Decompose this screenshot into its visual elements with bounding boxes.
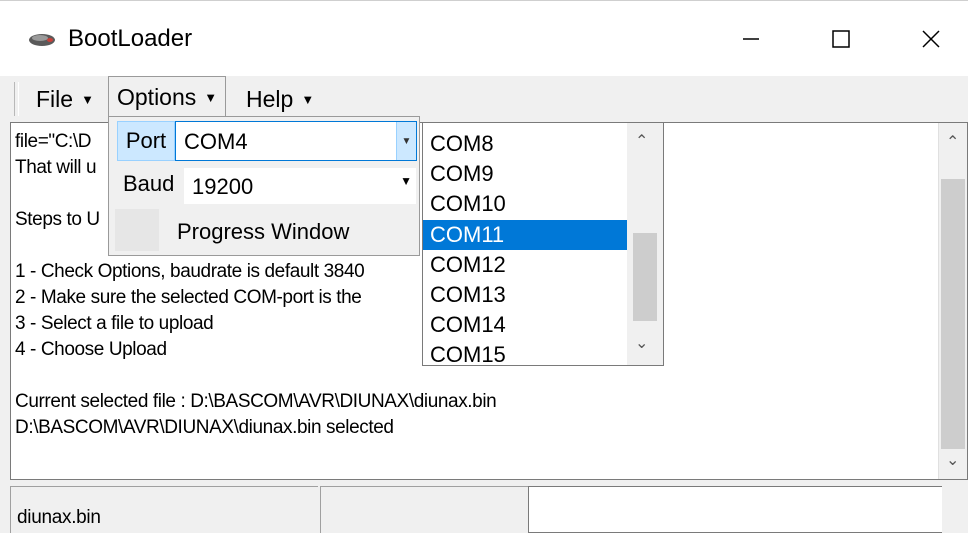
baud-combobox[interactable]: 19200 ▼ bbox=[183, 167, 417, 205]
vertical-scrollbar[interactable] bbox=[938, 123, 967, 479]
menu-options[interactable]: Options ▼ bbox=[108, 76, 227, 116]
baud-value: 19200 bbox=[192, 174, 254, 199]
maximize-icon bbox=[832, 30, 850, 48]
com-list-scrollbar[interactable]: ⌃ ⌄ bbox=[627, 123, 663, 365]
status-filename: diunax.bin bbox=[17, 507, 101, 528]
chevron-down-icon[interactable]: ▼ bbox=[396, 122, 416, 160]
dropdown-caret-icon: ▼ bbox=[204, 90, 218, 105]
com-port-option[interactable]: COM13 bbox=[423, 280, 629, 310]
toolbar-grip[interactable] bbox=[14, 82, 19, 116]
scroll-down-icon[interactable]: ⌄ bbox=[946, 450, 959, 470]
menu-options-label: Options bbox=[117, 84, 197, 110]
menu-icon-gutter bbox=[115, 209, 159, 251]
scrollbar-thumb[interactable] bbox=[633, 233, 657, 321]
com-port-option[interactable]: COM14 bbox=[423, 310, 629, 340]
scroll-down-icon[interactable]: ⌄ bbox=[635, 333, 648, 353]
options-dropdown: Port COM4 ▼ Baud 19200 ▼ Progress Window bbox=[108, 116, 420, 256]
minimize-button[interactable] bbox=[716, 15, 786, 63]
status-pane-file: diunax.bin bbox=[10, 486, 318, 533]
menu-help-label: Help bbox=[246, 85, 294, 112]
com-port-option[interactable]: COM15 bbox=[423, 340, 629, 370]
com-port-option[interactable]: COM12 bbox=[423, 250, 629, 280]
close-button[interactable] bbox=[896, 15, 966, 63]
bootloader-app-icon bbox=[29, 34, 55, 46]
window-title: BootLoader bbox=[68, 25, 193, 52]
maximize-button[interactable] bbox=[806, 15, 876, 63]
scroll-up-icon[interactable]: ⌃ bbox=[635, 131, 648, 151]
status-pane-2 bbox=[320, 486, 528, 533]
com-port-option[interactable]: COM10 bbox=[423, 189, 629, 219]
com-port-option[interactable]: COM9 bbox=[423, 159, 629, 189]
close-icon bbox=[922, 30, 940, 48]
log-line: Current selected file : D:\BASCOM\AVR\DI… bbox=[15, 391, 497, 412]
status-bar: diunax.bin bbox=[0, 486, 968, 533]
menu-file-label: File bbox=[36, 85, 74, 112]
dropdown-caret-icon: ▼ bbox=[81, 91, 94, 107]
menu-file[interactable]: File ▼ bbox=[28, 82, 102, 116]
minimize-icon bbox=[743, 38, 759, 40]
log-line: D:\BASCOM\AVR\DIUNAX\diunax.bin selected bbox=[15, 417, 394, 438]
port-value: COM4 bbox=[184, 129, 248, 154]
title-bar: BootLoader bbox=[0, 0, 968, 77]
dropdown-caret-icon: ▼ bbox=[301, 91, 315, 107]
com-port-option[interactable]: COM8 bbox=[423, 129, 629, 159]
port-combobox[interactable]: COM4 ▼ bbox=[175, 121, 417, 161]
port-label[interactable]: Port bbox=[117, 121, 175, 161]
menu-help[interactable]: Help ▼ bbox=[238, 82, 322, 116]
progress-window-item[interactable]: Progress Window bbox=[177, 219, 349, 245]
baud-label: Baud bbox=[123, 171, 175, 196]
scroll-up-icon[interactable]: ⌃ bbox=[946, 132, 959, 152]
status-progress-pane bbox=[528, 486, 942, 533]
scrollbar-thumb[interactable] bbox=[941, 179, 965, 449]
com-port-list[interactable]: COM8 COM9 COM10 COM11 COM12 COM13 COM14 COM15 ⌃… bbox=[422, 122, 664, 367]
com-port-option[interactable]: COM11 bbox=[423, 219, 629, 250]
chevron-down-icon[interactable]: ▼ bbox=[400, 174, 412, 188]
